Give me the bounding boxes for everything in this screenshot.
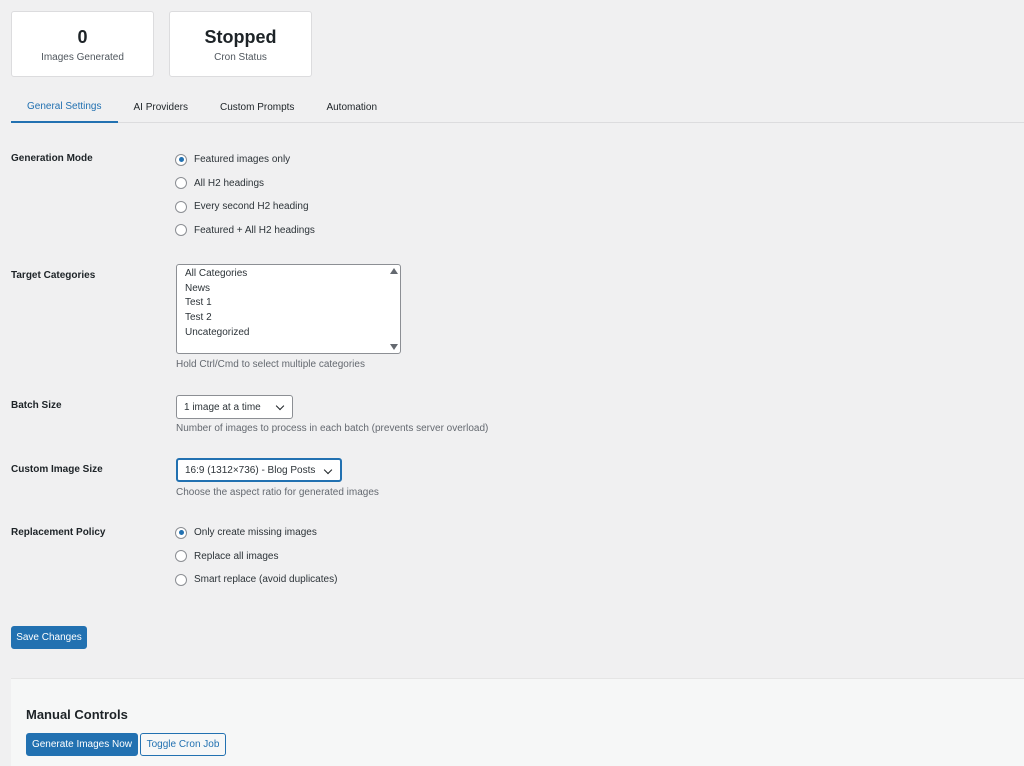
settings-tabs: General Settings AI Providers Custom Pro… [11, 92, 1024, 123]
categories-multiselect[interactable]: All Categories News Test 1 Test 2 Uncate… [176, 264, 401, 354]
replacement-policy-label: Replacement Policy [11, 527, 106, 538]
select-value: 1 image at a time [184, 401, 261, 413]
radio-button[interactable] [175, 177, 187, 190]
radio-featured-all-h2[interactable]: Featured + All H2 headings [175, 219, 315, 243]
stats-row: 0 Images Generated Stopped Cron Status [11, 11, 312, 77]
radio-button-checked[interactable] [175, 526, 187, 539]
radio-label: Replace all images [194, 550, 279, 562]
image-size-select[interactable]: 16:9 (1312×736) - Blog Posts [176, 458, 342, 482]
tab-automation[interactable]: Automation [310, 92, 393, 123]
radio-label: All H2 headings [194, 177, 265, 189]
save-changes-button[interactable]: Save Changes [11, 626, 87, 649]
radio-smart-replace[interactable]: Smart replace (avoid duplicates) [175, 568, 337, 592]
tab-custom-prompts[interactable]: Custom Prompts [204, 92, 310, 123]
radio-button[interactable] [175, 550, 187, 563]
chevron-down-icon [275, 401, 285, 411]
category-option[interactable]: Test 2 [185, 311, 400, 326]
image-size-help-text: Choose the aspect ratio for generated im… [176, 487, 379, 498]
tab-general-settings[interactable]: General Settings [11, 92, 118, 123]
category-option[interactable]: All Categories [185, 267, 400, 282]
category-option[interactable]: Test 1 [185, 296, 400, 311]
generation-mode-label: Generation Mode [11, 153, 93, 164]
scroll-down-arrow-icon[interactable] [390, 344, 398, 350]
generate-images-now-button[interactable]: Generate Images Now [26, 733, 138, 756]
batch-size-select[interactable]: 1 image at a time [176, 395, 293, 419]
stat-card-cron-status: Stopped Cron Status [169, 11, 312, 77]
toggle-cron-job-button[interactable]: Toggle Cron Job [140, 733, 226, 756]
radio-button[interactable] [175, 573, 187, 586]
radio-featured-only[interactable]: Featured images only [175, 148, 315, 172]
stat-label: Images Generated [41, 51, 124, 63]
radio-label: Featured images only [194, 154, 291, 166]
categories-help-text: Hold Ctrl/Cmd to select multiple categor… [176, 359, 365, 370]
radio-every-second-h2[interactable]: Every second H2 heading [175, 195, 315, 219]
custom-image-size-label: Custom Image Size [11, 464, 103, 475]
category-option[interactable]: Uncategorized [185, 326, 400, 341]
radio-replace-all[interactable]: Replace all images [175, 545, 337, 569]
radio-button[interactable] [175, 200, 187, 213]
chevron-down-icon [323, 465, 333, 475]
radio-all-h2[interactable]: All H2 headings [175, 172, 315, 196]
radio-label: Featured + All H2 headings [194, 224, 315, 236]
manual-controls-title: Manual Controls [26, 707, 128, 722]
batch-size-label: Batch Size [11, 400, 62, 411]
tab-ai-providers[interactable]: AI Providers [118, 92, 204, 123]
generation-mode-radio-group: Featured images only All H2 headings Eve… [175, 148, 315, 242]
batch-size-help-text: Number of images to process in each batc… [176, 423, 489, 434]
stat-value: Stopped [204, 26, 277, 47]
stat-label: Cron Status [214, 51, 267, 63]
radio-label: Every second H2 heading [194, 201, 309, 213]
radio-label: Only create missing images [194, 527, 317, 539]
radio-button[interactable] [175, 224, 187, 237]
stat-value: 0 [77, 26, 88, 47]
radio-only-missing[interactable]: Only create missing images [175, 521, 337, 545]
manual-controls-panel: Manual Controls Generate Images Now Togg… [11, 678, 1024, 766]
replacement-policy-radio-group: Only create missing images Replace all i… [175, 521, 337, 592]
radio-label: Smart replace (avoid duplicates) [194, 574, 338, 586]
scroll-up-arrow-icon[interactable] [390, 268, 398, 274]
stat-card-images-generated: 0 Images Generated [11, 11, 154, 77]
category-option[interactable]: News [185, 282, 400, 297]
radio-button-checked[interactable] [175, 153, 187, 166]
target-categories-label: Target Categories [11, 270, 96, 281]
select-value: 16:9 (1312×736) - Blog Posts [185, 464, 316, 476]
